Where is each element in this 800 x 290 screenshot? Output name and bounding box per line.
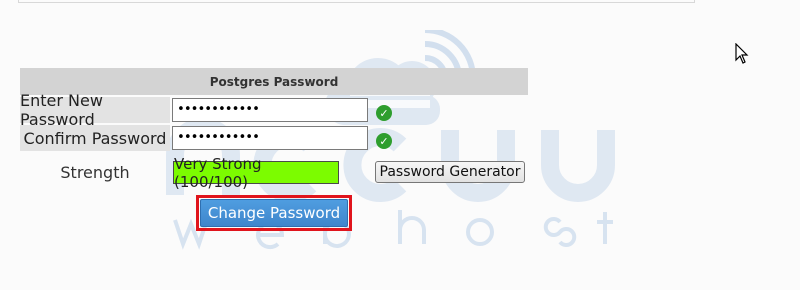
confirm-password-check-icon: ✓: [376, 133, 392, 149]
new-password-label: Enter New Password: [20, 91, 170, 129]
previous-panel-border: [18, 0, 695, 3]
strength-label: Strength: [60, 162, 130, 182]
password-generator-button[interactable]: Password Generator: [375, 161, 525, 183]
new-password-field[interactable]: ••••••••••••: [172, 98, 368, 122]
new-password-check-icon: ✓: [376, 105, 392, 121]
strength-meter: Very Strong (100/100): [173, 155, 339, 191]
change-password-button[interactable]: Change Password: [200, 199, 348, 227]
mouse-pointer-icon: [735, 43, 749, 64]
accu-web-hosting-watermark: [166, 30, 615, 250]
confirm-password-field[interactable]: ••••••••••••: [172, 126, 368, 150]
confirm-password-label: Confirm Password: [20, 125, 170, 151]
